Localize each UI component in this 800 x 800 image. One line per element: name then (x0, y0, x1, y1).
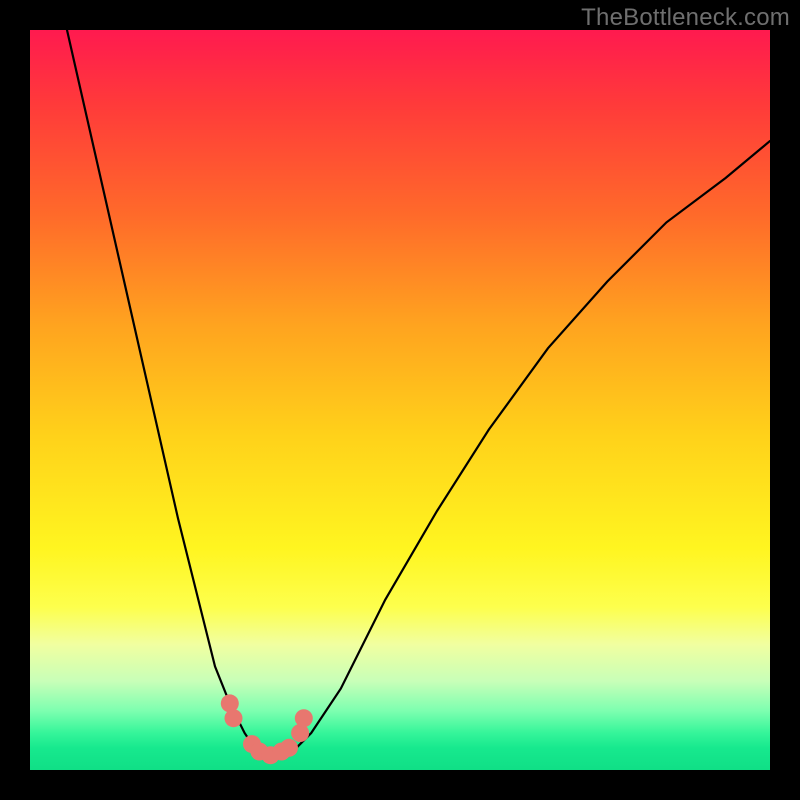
chart-svg (30, 30, 770, 770)
plot-area (30, 30, 770, 770)
marker-dot (225, 709, 243, 727)
marker-dot (280, 739, 298, 757)
watermark-text: TheBottleneck.com (581, 4, 790, 32)
chart-frame: TheBottleneck.com (0, 0, 800, 800)
marker-dots (221, 694, 313, 764)
marker-dot (295, 709, 313, 727)
bottleneck-curve (67, 30, 770, 755)
